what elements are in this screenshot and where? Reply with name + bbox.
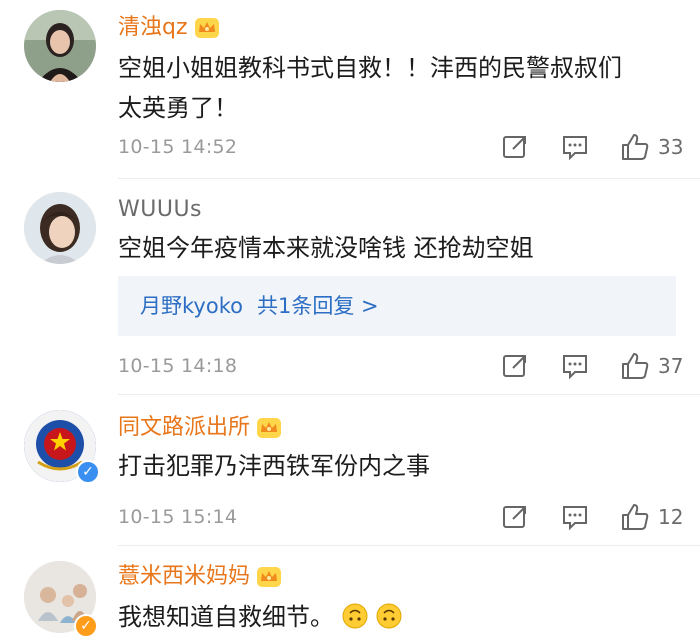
- timestamp: 10-15 14:18: [118, 355, 238, 377]
- reply-author[interactable]: 月野kyoko: [140, 294, 243, 318]
- like-icon[interactable]: [620, 351, 650, 381]
- comment-icon[interactable]: [560, 502, 590, 532]
- timestamp: 10-15 14:52: [118, 136, 238, 158]
- like-count: 37: [658, 354, 684, 378]
- comment-text: 我想知道自救细节。: [118, 597, 402, 637]
- comment-text: 空姐小姐姐教科书式自救！！沣西的民警叔叔们 太英勇了！: [118, 48, 622, 128]
- action-bar: 12: [500, 502, 686, 532]
- action-bar: 37: [500, 351, 686, 381]
- username[interactable]: 同文路派出所: [118, 414, 282, 442]
- vip-crown-icon: [194, 18, 219, 38]
- comment-text-line: 空姐今年疫情本来就没啥钱 还抢劫空姐: [118, 234, 534, 262]
- share-icon[interactable]: [500, 132, 530, 162]
- vip-crown-icon: [257, 567, 282, 587]
- comment-icon[interactable]: [560, 351, 590, 381]
- comment-text-line: 我想知道自救细节。: [118, 603, 334, 631]
- comment-icon[interactable]: [560, 132, 590, 162]
- comment-item: ✓ 同文路派出所 打击犯罪乃沣西铁军份内之事 10-15 15:14 12: [0, 396, 700, 544]
- divider: [118, 394, 700, 395]
- divider: [118, 545, 700, 546]
- avatar[interactable]: [24, 10, 96, 82]
- like-count: 33: [658, 135, 684, 159]
- like-icon[interactable]: [620, 502, 650, 532]
- username-text[interactable]: 同文路派出所: [118, 415, 250, 440]
- divider: [118, 178, 700, 179]
- share-icon[interactable]: [500, 502, 530, 532]
- comment-item: WUUUs 空姐今年疫情本来就没啥钱 还抢劫空姐 月野kyoko 共1条回复 > …: [0, 180, 700, 395]
- reply-count-link[interactable]: 共1条回复 >: [257, 294, 379, 318]
- comment-text: 打击犯罪乃沣西铁军份内之事: [118, 446, 430, 486]
- share-icon[interactable]: [500, 351, 530, 381]
- comment-item: 清浊qz 空姐小姐姐教科书式自救！！沣西的民警叔叔们 太英勇了！ 10-15 1…: [0, 0, 700, 180]
- like-count: 12: [658, 505, 684, 529]
- avatar[interactable]: [24, 192, 96, 264]
- verified-badge-icon: ✓: [74, 614, 98, 638]
- username[interactable]: WUUUs: [118, 196, 202, 224]
- timestamp: 10-15 15:14: [118, 506, 238, 528]
- vip-crown-icon: [257, 418, 282, 438]
- verified-badge-icon: ✓: [76, 460, 100, 484]
- action-bar: 33: [500, 132, 686, 162]
- like-icon[interactable]: [620, 132, 650, 162]
- comment-text-line: 太英勇了！: [118, 94, 238, 122]
- username-text[interactable]: 薏米西米妈妈: [118, 564, 250, 589]
- comment-text: 空姐今年疫情本来就没啥钱 还抢劫空姐: [118, 228, 534, 268]
- username[interactable]: 薏米西米妈妈: [118, 563, 282, 591]
- upside-down-face-emoji: [376, 603, 402, 629]
- comment-item: 薏米西米妈妈 我想知道自救细节。: [0, 547, 700, 641]
- username[interactable]: 清浊qz: [118, 14, 220, 42]
- username-text[interactable]: 清浊qz: [118, 15, 188, 40]
- comment-text-line: 打击犯罪乃沣西铁军份内之事: [118, 452, 430, 480]
- upside-down-face-emoji: [342, 603, 368, 629]
- username-text[interactable]: WUUUs: [118, 197, 202, 222]
- reply-preview[interactable]: 月野kyoko 共1条回复 >: [118, 276, 676, 336]
- comment-text-line: 空姐小姐姐教科书式自救！！沣西的民警叔叔们: [118, 54, 622, 82]
